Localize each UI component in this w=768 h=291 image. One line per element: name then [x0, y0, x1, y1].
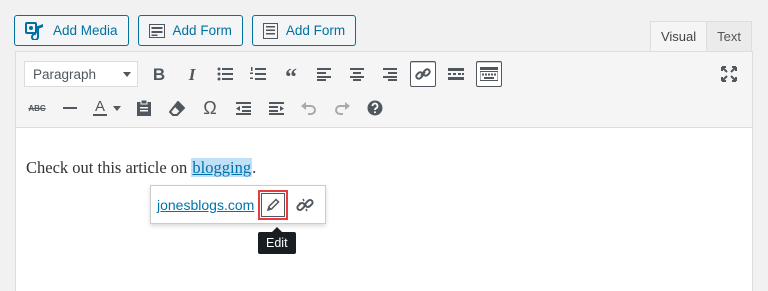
align-center-icon [350, 67, 364, 81]
add-media-icon [25, 21, 45, 40]
form-icon [148, 23, 165, 38]
remove-link-button[interactable] [290, 190, 320, 220]
editor-toolbar: Paragraph B I “ ABC A Ω [16, 52, 752, 128]
read-more-icon [448, 68, 464, 80]
tab-text[interactable]: Text [706, 21, 752, 51]
content-link[interactable]: blogging [191, 158, 253, 177]
editor-content[interactable]: Check out this article on blogging. [26, 158, 256, 178]
link-url[interactable]: jonesblogs.com [157, 197, 254, 213]
text-color-chevron-down-icon [113, 105, 121, 111]
toolbar-row-2: ABC A Ω [24, 95, 395, 121]
content-text-end: . [252, 158, 257, 177]
unlink-icon [296, 198, 314, 211]
media-buttons: Add Media Add Form Add Form [14, 15, 357, 46]
add-form-button[interactable]: Add Form [137, 15, 243, 46]
text-color-button[interactable]: A [90, 95, 124, 121]
bulleted-list-button[interactable] [212, 61, 238, 87]
add-media-label: Add Media [53, 23, 118, 38]
keyboard-icon [480, 67, 498, 81]
align-center-button[interactable] [344, 61, 370, 87]
keyboard-shortcuts-button[interactable] [362, 95, 388, 121]
strikethrough-icon: ABC [28, 103, 46, 113]
blockquote-button[interactable]: “ [278, 61, 304, 91]
bulleted-list-icon [217, 67, 233, 81]
paste-as-text-button[interactable] [131, 95, 157, 121]
chevron-down-icon [123, 71, 131, 77]
add-form-label: Add Form [172, 23, 232, 38]
redo-button[interactable] [329, 95, 355, 121]
toolbar-row-1: Paragraph B I “ [24, 61, 509, 91]
increase-indent-button[interactable] [263, 95, 289, 121]
align-right-button[interactable] [377, 61, 403, 87]
link-popup: jonesblogs.com [150, 185, 326, 224]
numbered-list-icon [250, 67, 266, 80]
decrease-indent-button[interactable] [230, 95, 256, 121]
italic-button[interactable]: I [179, 61, 205, 87]
omega-icon: Ω [203, 98, 217, 118]
italic-icon: I [188, 64, 196, 84]
edit-tooltip: Edit [258, 227, 296, 254]
text-color-swatch [93, 114, 107, 116]
strikethrough-button[interactable]: ABC [24, 95, 50, 121]
outdent-icon [235, 101, 251, 115]
align-left-button[interactable] [311, 61, 337, 87]
fullscreen-button[interactable] [716, 61, 742, 87]
blockquote-icon: “ [285, 65, 297, 91]
undo-icon [301, 102, 316, 115]
tooltip-text: Edit [258, 232, 296, 254]
pencil-icon [267, 197, 280, 211]
link-icon [415, 68, 431, 80]
numbered-list-button[interactable] [245, 61, 271, 87]
special-character-button[interactable]: Ω [197, 95, 223, 121]
redo-icon [335, 102, 350, 115]
clipboard-icon [137, 100, 151, 116]
content-text: Check out this article on [26, 158, 192, 177]
align-right-icon [383, 67, 397, 81]
horizontal-line-icon [63, 107, 77, 109]
clear-formatting-button[interactable] [164, 95, 190, 121]
editor-tabs: Visual Text [649, 21, 752, 51]
align-left-icon [317, 67, 331, 81]
format-select-value: Paragraph [33, 66, 97, 82]
undo-button[interactable] [296, 95, 322, 121]
fullscreen-icon [721, 66, 737, 82]
help-icon [367, 100, 383, 116]
toolbar-toggle-button[interactable] [476, 61, 502, 87]
add-media-button[interactable]: Add Media [14, 15, 129, 46]
editor: Paragraph B I “ ABC A Ω Check out this a… [15, 51, 753, 291]
format-select[interactable]: Paragraph [24, 61, 138, 87]
horizontal-line-button[interactable] [57, 95, 83, 121]
insert-link-button[interactable] [410, 61, 436, 87]
add-form-label-2: Add Form [285, 23, 346, 38]
bold-icon: B [152, 64, 166, 84]
read-more-button[interactable] [443, 61, 469, 87]
indent-icon [268, 101, 284, 115]
eraser-icon [169, 100, 185, 116]
edit-link-button[interactable] [258, 189, 289, 220]
tab-visual[interactable]: Visual [649, 21, 708, 51]
bold-button[interactable]: B [146, 61, 172, 87]
text-color-icon: A [94, 98, 105, 115]
form-list-icon [262, 22, 278, 39]
add-form-button-2[interactable]: Add Form [251, 15, 357, 46]
